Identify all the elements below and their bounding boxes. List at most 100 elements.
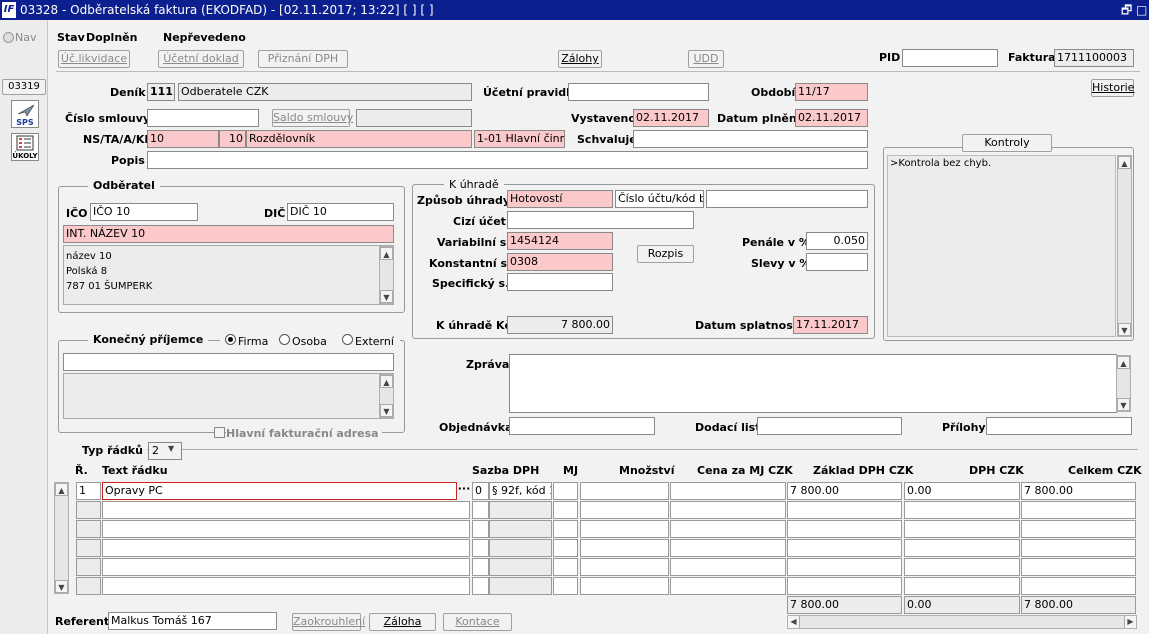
table-row[interactable] xyxy=(472,520,489,538)
osoba-radio[interactable] xyxy=(279,334,290,345)
vystaveno-field[interactable]: 02.11.2017 xyxy=(633,109,709,127)
cislo-uctu-2-field[interactable] xyxy=(706,190,868,208)
hlavni-adresa-checkbox[interactable] xyxy=(214,427,225,438)
table-row[interactable] xyxy=(472,501,489,519)
a-field[interactable]: 1-01 Hlavní činnos xyxy=(474,130,565,148)
zprava-scrollbar[interactable]: ▲ ▼ xyxy=(1116,355,1131,412)
datum-plneni-field[interactable]: 02.11.2017 xyxy=(795,109,868,127)
prijemce-address-box[interactable] xyxy=(63,373,394,419)
ns-field[interactable]: 10 xyxy=(147,130,219,148)
table-row[interactable] xyxy=(102,501,470,519)
scroll-down-icon[interactable]: ▼ xyxy=(380,404,393,417)
ucetni-doklad-button[interactable]: Účetní doklad xyxy=(158,50,244,68)
table-row[interactable] xyxy=(787,558,902,576)
cizi-ucet-field[interactable] xyxy=(507,211,694,229)
slevy-field[interactable] xyxy=(806,253,868,271)
table-row[interactable] xyxy=(670,577,786,595)
table-row[interactable] xyxy=(787,520,902,538)
faktura-field[interactable]: 1711100003 xyxy=(1054,49,1134,67)
scroll-right-icon[interactable]: ▶ xyxy=(1124,616,1136,628)
table-row[interactable] xyxy=(670,501,786,519)
externi-radio[interactable] xyxy=(342,334,353,345)
row-celkem[interactable]: 7 800.00 xyxy=(1021,482,1136,500)
splatnost-field[interactable]: 17.11.2017 xyxy=(793,316,868,334)
scroll-up-icon[interactable]: ▲ xyxy=(1117,356,1130,369)
scroll-up-icon[interactable]: ▲ xyxy=(380,247,393,260)
table-row[interactable] xyxy=(1021,577,1136,595)
zpusob-field[interactable]: Hotovostí xyxy=(507,190,613,208)
table-row[interactable] xyxy=(102,558,470,576)
cislo-smlouvy-field[interactable] xyxy=(147,109,259,127)
variabilni-field[interactable]: 1454124 xyxy=(507,232,613,250)
prijemce-name-field[interactable] xyxy=(63,353,394,371)
horizontal-scrollbar[interactable]: ◀ ▶ xyxy=(787,615,1137,629)
table-row[interactable] xyxy=(1021,520,1136,538)
specificky-field[interactable] xyxy=(507,273,613,291)
nav-radio[interactable] xyxy=(3,32,14,43)
table-row[interactable] xyxy=(580,501,669,519)
historie-button[interactable]: Historie xyxy=(1091,79,1134,97)
prilohy-field[interactable] xyxy=(986,417,1132,435)
table-row[interactable] xyxy=(1021,539,1136,557)
sps-button[interactable]: SPS xyxy=(11,100,39,128)
zaokrouhleni-button[interactable]: Zaokrouhlení xyxy=(292,613,365,631)
table-row[interactable] xyxy=(102,520,470,538)
table-row[interactable] xyxy=(904,577,1020,595)
kontroly-button[interactable]: Kontroly xyxy=(962,134,1052,152)
table-row[interactable] xyxy=(472,558,489,576)
ucetni-pravidlo-field[interactable] xyxy=(568,83,709,101)
konstantni-field[interactable]: 0308 xyxy=(507,253,613,271)
table-row[interactable] xyxy=(580,558,669,576)
int-nazev-field[interactable]: INT. NÁZEV 10 xyxy=(63,225,394,243)
table-row[interactable] xyxy=(580,577,669,595)
table-row[interactable] xyxy=(670,539,786,557)
pid-field[interactable] xyxy=(902,49,998,67)
form-number-button[interactable]: 03319 xyxy=(2,79,46,95)
zaloha-button[interactable]: Záloha xyxy=(369,613,436,631)
table-row[interactable] xyxy=(553,539,578,557)
table-row[interactable] xyxy=(553,501,578,519)
table-row[interactable] xyxy=(904,539,1020,557)
kontroly-scrollbar[interactable]: ▲ ▼ xyxy=(1117,155,1132,337)
ta-field[interactable]: 10 xyxy=(219,130,246,148)
address-box[interactable]: název 10 Polská 8 787 01 ŠUMPERK xyxy=(63,245,394,305)
row-cena[interactable] xyxy=(670,482,786,500)
row-dph[interactable]: 0.00 xyxy=(904,482,1020,500)
schvaluje-field[interactable] xyxy=(633,130,868,148)
penale-field[interactable]: 0.050 xyxy=(806,232,868,250)
table-row[interactable] xyxy=(472,539,489,557)
typ-radku-select[interactable]: 2 ▼ xyxy=(148,442,182,460)
rozpis-button[interactable]: Rozpis xyxy=(637,245,694,263)
scroll-down-icon[interactable]: ▼ xyxy=(380,290,393,303)
prijemce-scrollbar[interactable]: ▲ ▼ xyxy=(379,374,394,418)
popis-field[interactable] xyxy=(147,151,868,169)
ukoly-button[interactable]: ÚKOLY xyxy=(11,133,39,161)
row-zaklad[interactable]: 7 800.00 xyxy=(787,482,902,500)
denik-code-field[interactable]: 111 xyxy=(147,83,175,101)
kontace-button[interactable]: Kontace xyxy=(443,613,512,631)
table-row[interactable] xyxy=(102,577,470,595)
scroll-up-icon[interactable]: ▲ xyxy=(55,483,68,496)
ico-field[interactable]: IČO 10 xyxy=(90,203,198,221)
table-row[interactable] xyxy=(1021,558,1136,576)
scroll-down-icon[interactable]: ▼ xyxy=(55,580,68,593)
firma-radio[interactable] xyxy=(225,334,236,345)
row-mnozstvi[interactable] xyxy=(580,482,669,500)
close-icon[interactable]: □ xyxy=(1136,0,1147,20)
scroll-up-icon[interactable]: ▲ xyxy=(1118,156,1131,169)
table-row[interactable] xyxy=(787,577,902,595)
table-row[interactable] xyxy=(553,520,578,538)
restore-icon[interactable]: 🗗 xyxy=(1121,0,1132,20)
scroll-up-icon[interactable]: ▲ xyxy=(380,375,393,388)
dic-field[interactable]: DIČ 10 xyxy=(287,203,394,221)
table-row[interactable] xyxy=(580,520,669,538)
table-row[interactable] xyxy=(553,577,578,595)
table-row[interactable] xyxy=(904,558,1020,576)
zprava-field[interactable] xyxy=(509,354,1117,413)
priznani-dph-button[interactable]: Přiznání DPH xyxy=(258,50,348,68)
referent-field[interactable]: Malkus Tomáš 167 xyxy=(108,612,277,630)
row-sazba[interactable]: 0 xyxy=(472,482,489,500)
table-row[interactable] xyxy=(1021,501,1136,519)
scroll-down-icon[interactable]: ▼ xyxy=(1117,398,1130,411)
uc-likvidace-button[interactable]: Úč.likvidace xyxy=(58,50,130,68)
